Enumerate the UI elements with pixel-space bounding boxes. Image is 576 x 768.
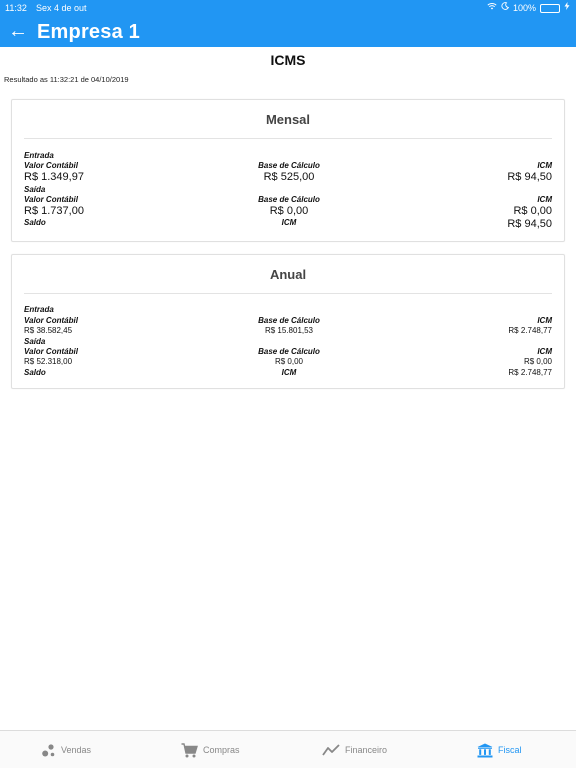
base-calculo-label: Base de Cálculo bbox=[258, 161, 320, 170]
tab-label: Fiscal bbox=[498, 745, 522, 755]
charging-icon bbox=[564, 0, 570, 16]
tab-compras[interactable]: Compras bbox=[181, 731, 240, 768]
entrada-base-calculo: R$ 525,00 bbox=[263, 171, 315, 183]
tab-vendas[interactable]: Vendas bbox=[42, 731, 91, 768]
saldo-icm: R$ 2.748,77 bbox=[508, 368, 552, 377]
entrada-label: Entrada bbox=[24, 151, 54, 160]
back-arrow-icon[interactable]: ← bbox=[8, 17, 28, 45]
vendas-icon bbox=[42, 743, 56, 757]
icm-label: ICM bbox=[537, 195, 552, 204]
base-calculo-label: Base de Cálculo bbox=[258, 347, 320, 356]
saida-base-calculo: R$ 0,00 bbox=[274, 357, 304, 366]
bottom-tab-bar: Vendas Compras Financeiro Fiscal bbox=[0, 730, 576, 768]
card-divider bbox=[24, 293, 552, 294]
tab-label: Vendas bbox=[61, 745, 92, 755]
saida-label: Saída bbox=[24, 337, 46, 346]
company-title: Empresa 1 bbox=[37, 21, 140, 43]
saida-icm: R$ 0,00 bbox=[513, 205, 552, 217]
base-calculo-label: Base de Cálculo bbox=[258, 195, 320, 204]
result-timestamp: Resultado as 11:32:21 de 04/10/2019 bbox=[4, 75, 129, 84]
tab-label: Compras bbox=[203, 745, 240, 755]
status-time: 11:32 bbox=[5, 3, 27, 13]
card-anual: Anual Entrada Valor Contábil Base de Cál… bbox=[11, 254, 565, 389]
chart-line-icon bbox=[322, 744, 340, 756]
entrada-icm: R$ 2.748,77 bbox=[508, 326, 552, 335]
tab-financeiro[interactable]: Financeiro bbox=[322, 731, 387, 768]
card-title: Mensal bbox=[265, 112, 311, 127]
saldo-icm-label: ICM bbox=[281, 218, 297, 227]
tab-label: Financeiro bbox=[345, 745, 388, 755]
saida-base-calculo: R$ 0,00 bbox=[269, 205, 309, 217]
saldo-icm-label: ICM bbox=[281, 368, 297, 377]
cart-icon bbox=[181, 742, 198, 758]
tab-fiscal[interactable]: Fiscal bbox=[477, 731, 522, 768]
entrada-label: Entrada bbox=[24, 305, 54, 314]
page-title: ICMS bbox=[270, 52, 306, 68]
icm-label: ICM bbox=[537, 347, 552, 356]
entrada-base-calculo: R$ 15.801,53 bbox=[264, 326, 314, 335]
saida-icm: R$ 0,00 bbox=[523, 357, 552, 366]
icm-label: ICM bbox=[537, 161, 552, 170]
app-bar: ← Empresa 1 bbox=[0, 16, 576, 47]
status-date: Sex 4 de out bbox=[36, 3, 87, 13]
battery-percent: 100% bbox=[512, 3, 536, 13]
icm-label: ICM bbox=[537, 316, 552, 325]
battery-icon bbox=[540, 3, 560, 13]
entrada-icm: R$ 94,50 bbox=[507, 171, 552, 183]
bank-icon bbox=[477, 743, 493, 758]
header-bar: 11:32 Sex 4 de out 100% ← Empresa 1 bbox=[0, 0, 576, 47]
status-bar: 11:32 Sex 4 de out 100% bbox=[0, 0, 576, 16]
moon-icon bbox=[501, 0, 510, 16]
saida-label: Saída bbox=[24, 185, 46, 194]
base-calculo-label: Base de Cálculo bbox=[258, 316, 320, 325]
status-right: 100% bbox=[487, 0, 570, 16]
saldo-icm: R$ 94,50 bbox=[507, 218, 552, 230]
card-mensal: Mensal Entrada Valor Contábil Base de Cá… bbox=[11, 99, 565, 242]
card-divider bbox=[24, 138, 552, 139]
card-title: Anual bbox=[269, 267, 307, 282]
wifi-icon bbox=[487, 0, 497, 16]
